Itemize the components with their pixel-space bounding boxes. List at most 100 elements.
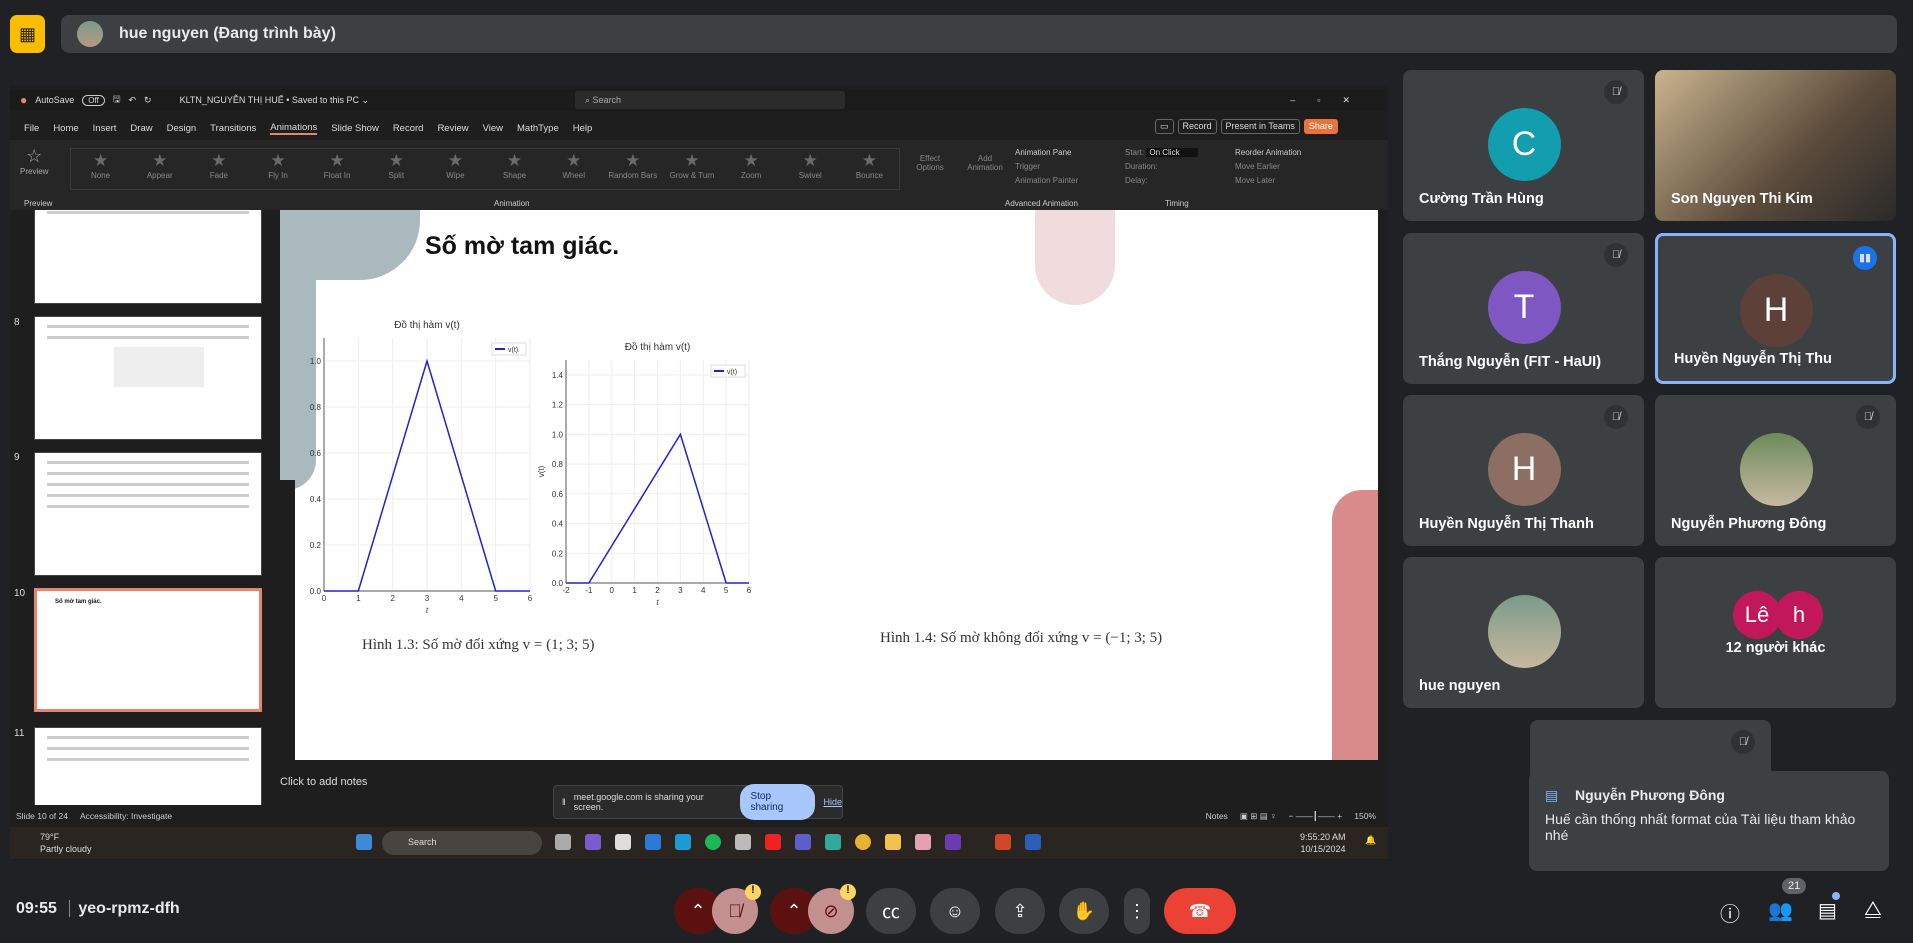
ribbon-tab-review[interactable]: Review — [437, 123, 468, 134]
youtube-icon[interactable] — [765, 834, 781, 850]
present-screen-button[interactable]: ⇪ — [995, 888, 1045, 934]
duration-field[interactable]: Duration: — [1125, 160, 1198, 174]
animation-effect[interactable]: ★ Zoom — [722, 149, 781, 189]
copilot-icon[interactable] — [585, 834, 601, 850]
powerpoint-taskbar-icon[interactable] — [995, 834, 1011, 850]
people-icon[interactable]: 👥 — [1768, 898, 1793, 923]
windows-start-icon[interactable] — [356, 834, 372, 850]
save-icon[interactable]: 🖫 — [113, 92, 121, 108]
teams-icon[interactable] — [795, 834, 811, 850]
ribbon-tab-record[interactable]: Record — [393, 123, 424, 134]
weather-temp[interactable]: 79°F — [40, 831, 92, 843]
app-icon[interactable] — [825, 834, 841, 850]
slide-thumbnail[interactable] — [34, 727, 262, 805]
leave-call-button[interactable]: ☎ — [1164, 888, 1236, 934]
hide-link[interactable]: Hide — [823, 797, 842, 807]
participant-tile[interactable]: hue nguyen — [1403, 557, 1644, 708]
animation-effect[interactable]: ★ Wheel — [544, 149, 603, 189]
animation-effect[interactable]: ★ Shape — [485, 149, 544, 189]
animation-pane-button[interactable]: Animation Pane — [1015, 146, 1078, 160]
animation-effect[interactable]: ★ Swivel — [781, 149, 840, 189]
view-buttons[interactable]: ▣ ⊞ ▤ ♀ — [1240, 811, 1277, 822]
emoji-button[interactable]: ☺ — [930, 888, 980, 934]
accessibility-button[interactable]: Accessibility: Investigate — [80, 811, 172, 821]
participant-tile[interactable]: Lê h 12 người khác — [1655, 557, 1896, 708]
notes-button[interactable]: Notes — [1206, 811, 1228, 821]
present-teams-button[interactable]: Present in Teams — [1220, 119, 1300, 134]
taskbar-search[interactable]: Search — [382, 831, 542, 855]
chrome-icon[interactable] — [855, 834, 871, 850]
animation-effect[interactable]: ★ Bounce — [840, 149, 899, 189]
ribbon-tab-mathtype[interactable]: MathType — [517, 123, 559, 134]
weather-text[interactable]: Partly cloudy — [40, 843, 92, 855]
app-icon[interactable] — [945, 834, 961, 850]
add-animation-button[interactable]: Add Animation — [965, 154, 1005, 172]
participant-tile[interactable]: 🎙̸ Nguyễn Phương Đông — [1655, 395, 1896, 546]
participant-tile[interactable]: Son Nguyen Thi Kim — [1655, 70, 1896, 221]
slide-canvas[interactable]: Số mờ tam giác. 0 1 2 3 4 5 6 0.0 0.2 0.4 0.6 0.8 1.… — [280, 210, 1378, 760]
animation-effect[interactable]: ★ Wipe — [426, 149, 485, 189]
animation-painter-button[interactable]: Animation Painter — [1015, 174, 1078, 188]
animation-effect[interactable]: ★ Fade — [189, 149, 248, 189]
start-select[interactable]: On Click — [1146, 148, 1198, 157]
participant-tile[interactable]: C 🎙̸ Cường Trần Hùng — [1403, 70, 1644, 221]
ribbon-tab-animations[interactable]: Animations — [270, 122, 318, 135]
taskbar-date[interactable]: 10/15/2024 — [1300, 843, 1346, 855]
comments-button[interactable]: ▭ — [1155, 119, 1174, 134]
slide-thumbnail[interactable] — [34, 210, 262, 304]
redo-icon[interactable]: ↻ — [144, 95, 152, 106]
undo-icon[interactable]: ↶ — [128, 95, 136, 106]
file-explorer-icon[interactable] — [885, 834, 901, 850]
activities-icon[interactable]: ⧋ — [1864, 898, 1882, 921]
slide-thumbnail[interactable] — [34, 316, 262, 440]
ribbon-tab-transitions[interactable]: Transitions — [210, 123, 256, 134]
animation-effect[interactable]: ★ None — [71, 149, 130, 189]
chat-icon[interactable]: ▤ — [1818, 898, 1837, 923]
autosave-toggle[interactable]: Off — [82, 94, 105, 106]
move-earlier-button[interactable]: Move Earlier — [1235, 160, 1301, 174]
animation-effect[interactable]: ★ Grow & Turn — [662, 149, 721, 189]
notification-bell-icon[interactable]: 🔔 — [1365, 835, 1376, 846]
notes-placeholder[interactable]: Click to add notes — [280, 776, 367, 788]
store-icon[interactable] — [615, 834, 631, 850]
slide-thumbnail[interactable] — [34, 452, 262, 576]
animation-effect[interactable]: ★ Appear — [130, 149, 189, 189]
share-button[interactable]: Share — [1303, 119, 1338, 134]
raise-hand-button[interactable]: ✋ — [1059, 888, 1109, 934]
ribbon-tab-draw[interactable]: Draw — [130, 123, 152, 134]
animation-effect[interactable]: ★ Random Bars — [603, 149, 662, 189]
file-name[interactable]: KLTN_NGUYỄN THỊ HUẾ • Saved to this PC ⌄ — [180, 95, 369, 106]
delay-field[interactable]: Delay: — [1125, 174, 1198, 188]
animation-effect[interactable]: ★ Fly In — [248, 149, 307, 189]
ribbon-tab-design[interactable]: Design — [167, 123, 197, 134]
app-icon[interactable] — [555, 834, 571, 850]
trigger-button[interactable]: Trigger — [1015, 160, 1078, 174]
ribbon-tab-slide-show[interactable]: Slide Show — [331, 123, 379, 134]
word-icon[interactable] — [1025, 834, 1041, 850]
effect-options-button[interactable]: Effect Options — [910, 154, 950, 172]
edge-icon[interactable] — [675, 834, 691, 850]
participant-tile[interactable]: H ▮▮ Huyền Nguyễn Thị Thu — [1655, 233, 1896, 384]
ribbon-tab-view[interactable]: View — [483, 123, 503, 134]
presentation-status-icon[interactable]: ▦ — [10, 15, 45, 53]
chat-notification[interactable]: ▤ Nguyễn Phương Đông Huế cần thống nhất … — [1529, 771, 1889, 871]
animation-effect[interactable]: ★ Float In — [308, 149, 367, 189]
printer-icon[interactable] — [735, 834, 751, 850]
search-input[interactable]: ⌕ Search — [575, 91, 845, 109]
zoom-slider[interactable]: − ——┃—— + — [1288, 811, 1342, 822]
preview-button[interactable]: ☆ Preview — [20, 146, 48, 176]
ribbon-tab-help[interactable]: Help — [573, 123, 593, 134]
taskbar-clock[interactable]: 9:55:20 AM — [1300, 831, 1346, 843]
ribbon-tab-home[interactable]: Home — [53, 123, 78, 134]
animation-effect[interactable]: ★ Split — [367, 149, 426, 189]
mail-icon[interactable] — [645, 834, 661, 850]
participant-tile[interactable]: H 🎙̸ Huyền Nguyễn Thị Thanh — [1403, 395, 1644, 546]
window-controls[interactable]: –▫✕ — [1290, 95, 1372, 106]
zalo-icon[interactable] — [915, 834, 931, 850]
captions-button[interactable]: ㏄ — [866, 888, 916, 934]
slide-thumbnail-selected[interactable]: Số mờ tam giác. — [34, 588, 262, 712]
spotify-icon[interactable] — [705, 834, 721, 850]
info-icon[interactable]: ⓘ — [1720, 898, 1740, 927]
more-options-button[interactable]: ⋮ — [1124, 888, 1150, 934]
record-button[interactable]: Record — [1177, 119, 1217, 134]
